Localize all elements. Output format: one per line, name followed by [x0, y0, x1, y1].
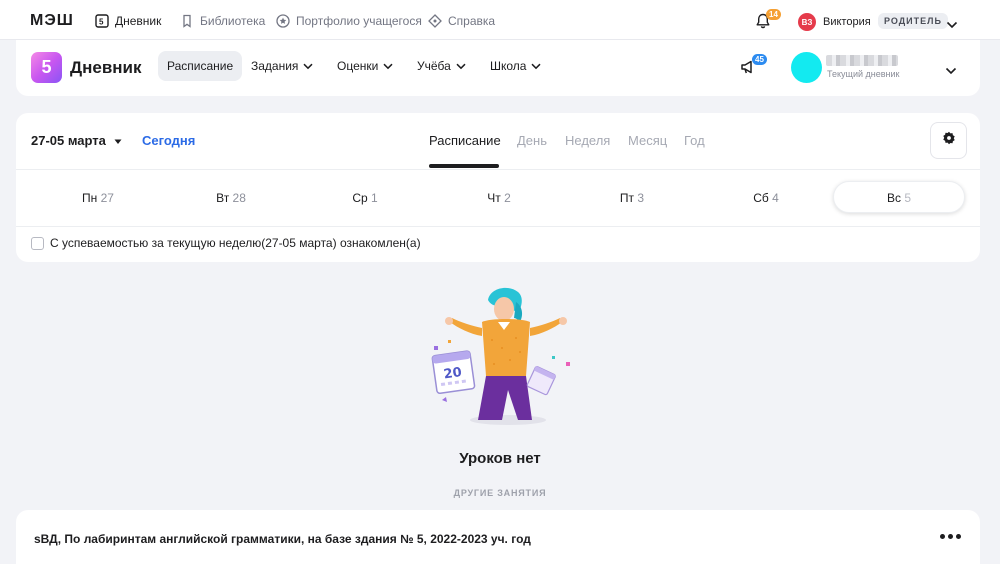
acknowledge-checkbox[interactable] — [31, 236, 44, 250]
gear-icon — [942, 131, 956, 150]
other-activities-label: ДРУГИЕ ЗАНЯТИЯ — [453, 488, 547, 498]
activity-title: sВД, По лабиринтам английской грамматики… — [34, 532, 531, 546]
more-options-icon[interactable] — [940, 534, 961, 539]
user-name[interactable]: Виктория — [823, 16, 871, 28]
view-tab-schedule[interactable]: Расписание — [429, 133, 501, 148]
view-tab-day[interactable]: День — [517, 133, 547, 148]
day-tue[interactable]: Вт 28 — [201, 191, 261, 205]
chevron-down-icon[interactable] — [946, 16, 958, 34]
child-avatar[interactable] — [791, 52, 822, 83]
mesh-logo[interactable]: МЭШ — [30, 12, 74, 30]
nav-item-portfolio[interactable]: Портфолио учащегося — [276, 14, 422, 28]
no-lessons-illustration: 20 — [431, 287, 570, 425]
day-fri[interactable]: Пт 3 — [602, 191, 662, 205]
tab-study[interactable]: Учёба — [408, 51, 475, 81]
tab-school[interactable]: Школа — [481, 51, 550, 81]
nav-item-library[interactable]: Библиотека — [180, 14, 265, 28]
diary-app-icon: 5 — [31, 52, 62, 83]
acknowledge-label: С успеваемостью за текущую неделю(27-05 … — [50, 236, 421, 250]
tab-grades[interactable]: Оценки — [328, 51, 402, 81]
chevron-down-icon — [383, 59, 393, 73]
notifications-count-badge: 14 — [766, 9, 781, 20]
bookmark-icon — [180, 14, 194, 28]
tab-label: Учёба — [417, 59, 451, 73]
child-name-redacted[interactable] — [826, 55, 898, 66]
diamond-help-icon — [428, 14, 442, 28]
tab-assignments[interactable]: Задания — [242, 51, 322, 81]
date-range-selector[interactable]: 27-05 марта — [31, 133, 122, 148]
chevron-down-icon — [531, 59, 541, 73]
day-thu[interactable]: Чт 2 — [469, 191, 529, 205]
chevron-down-icon[interactable] — [945, 62, 957, 80]
tab-schedule[interactable]: Расписание — [158, 51, 243, 81]
view-tab-week[interactable]: Неделя — [565, 133, 610, 148]
nav-item-label: Портфолио учащегося — [296, 14, 422, 28]
today-link[interactable]: Сегодня — [142, 133, 195, 148]
tab-label: Расписание — [167, 59, 234, 73]
day-sat[interactable]: Сб 4 — [736, 191, 796, 205]
announcements-count-badge: 45 — [752, 54, 767, 65]
calendar-number: 20 — [443, 365, 463, 382]
chevron-down-icon — [303, 59, 313, 73]
tab-label: Задания — [251, 59, 299, 73]
caret-down-icon — [114, 133, 122, 148]
divider — [16, 169, 980, 170]
user-avatar[interactable]: ВЗ — [798, 13, 816, 31]
settings-button[interactable] — [930, 122, 967, 159]
top-navigation-bar: МЭШ 5 Дневник Библиотека Портфолио учаще… — [0, 0, 1000, 40]
role-badge: РОДИТЕЛЬ — [878, 13, 948, 29]
diary-5-icon: 5 — [95, 14, 109, 28]
view-tab-month[interactable]: Месяц — [628, 133, 667, 148]
view-tab-year[interactable]: Год — [684, 133, 705, 148]
nav-item-label: Справка — [448, 14, 496, 28]
page-title: Дневник — [70, 58, 142, 77]
date-range-label: 27-05 марта — [31, 133, 106, 148]
day-wed[interactable]: Ср 1 — [335, 191, 395, 205]
nav-item-help[interactable]: Справка — [428, 14, 495, 28]
acknowledge-row[interactable]: С успеваемостью за текущую неделю(27-05 … — [31, 236, 421, 250]
nav-item-label: Дневник — [115, 14, 162, 28]
divider — [16, 226, 980, 227]
nav-item-diary[interactable]: 5 Дневник — [95, 14, 161, 28]
chevron-down-icon — [456, 59, 466, 73]
schedule-card: 27-05 марта Сегодня Расписание День Неде… — [16, 113, 980, 262]
child-diary-subtitle: Текущий дневник — [827, 69, 900, 79]
tab-label: Школа — [490, 59, 527, 73]
tab-label: Оценки — [337, 59, 379, 73]
star-circle-icon — [276, 14, 290, 28]
no-lessons-title: Уроков нет — [459, 450, 541, 467]
diary-header: 5 Дневник Расписание Задания Оценки Учёб… — [16, 40, 980, 96]
active-view-underline — [429, 164, 499, 168]
svg-text:5: 5 — [99, 18, 104, 27]
nav-item-label: Библиотека — [200, 14, 266, 28]
day-mon[interactable]: Пн 27 — [68, 191, 128, 205]
other-activity-card[interactable]: sВД, По лабиринтам английской грамматики… — [16, 510, 980, 564]
day-sun[interactable]: Вс 5 — [869, 191, 929, 205]
